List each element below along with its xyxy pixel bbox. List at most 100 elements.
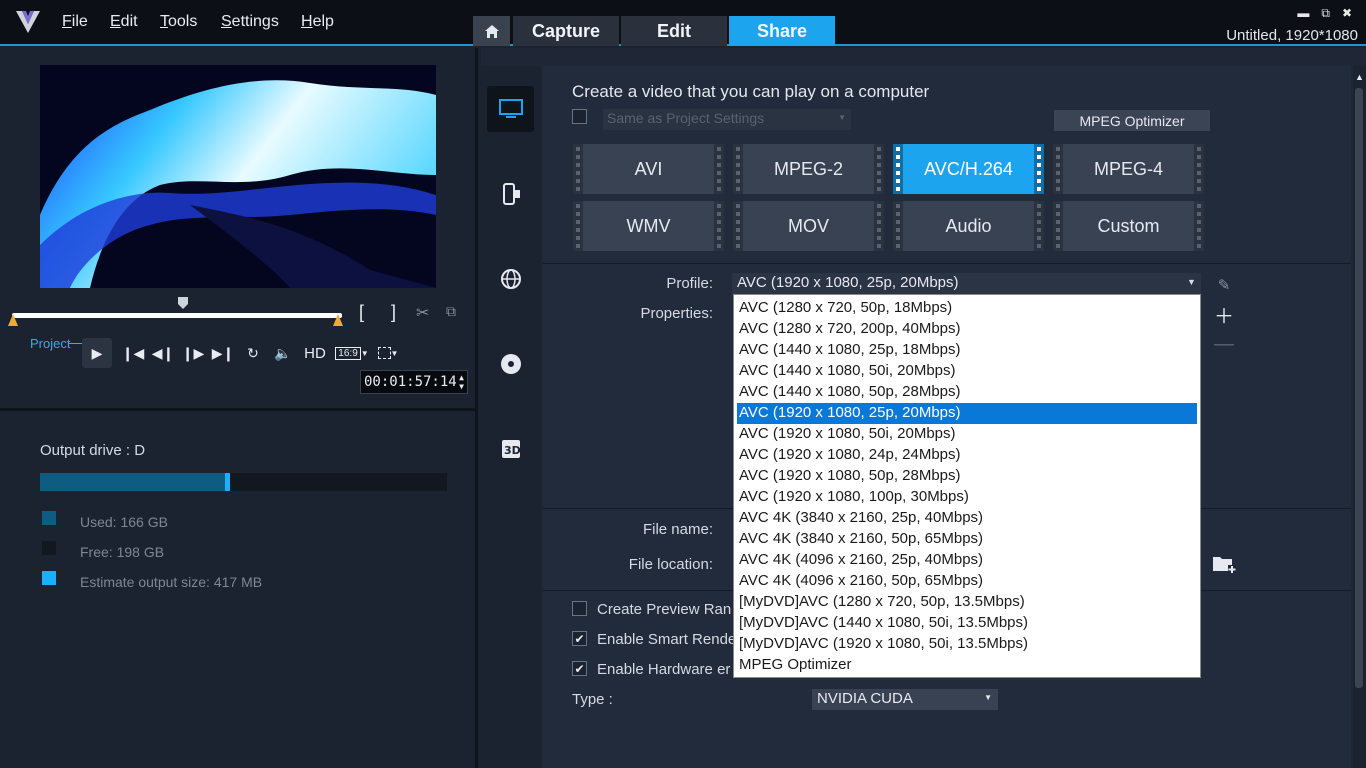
end-button[interactable]: ▶❙	[208, 338, 238, 368]
format-mpeg2-button[interactable]: MPEG-2	[733, 144, 884, 194]
profile-option[interactable]: AVC (1920 x 1080, 50i, 20Mbps)	[737, 424, 1197, 445]
tab-share[interactable]: Share	[729, 16, 835, 46]
play-icon: ▶	[91, 344, 103, 361]
project-info: Untitled, 1920*1080	[1226, 27, 1358, 44]
drive-used-fill	[40, 473, 226, 491]
menu-settings[interactable]: Settings	[221, 13, 279, 31]
profile-option[interactable]: AVC (1280 x 720, 50p, 18Mbps)	[737, 298, 1197, 319]
web-category-button[interactable]	[487, 256, 534, 302]
drive-estimate-fill	[225, 473, 230, 491]
mark-in-button[interactable]: [	[359, 302, 364, 323]
profile-option[interactable]: AVC 4K (3840 x 2160, 25p, 40Mbps)	[737, 508, 1197, 529]
format-mov-button[interactable]: MOV	[733, 201, 884, 251]
play-button[interactable]: ▶	[82, 338, 112, 368]
tab-home[interactable]	[473, 16, 510, 46]
profile-option[interactable]: AVC (1280 x 720, 200p, 40Mbps)	[737, 319, 1197, 340]
app-window: File Edit Tools Settings Help Capture Ed…	[0, 0, 1366, 768]
profile-option[interactable]: AVC 4K (4096 x 2160, 50p, 65Mbps)	[737, 571, 1197, 592]
format-audio-button[interactable]: Audio	[893, 201, 1044, 251]
disc-category-button[interactable]	[487, 341, 534, 387]
trim-out-marker[interactable]	[333, 314, 343, 326]
pencil-icon[interactable]: ✎	[1214, 275, 1234, 295]
same-as-project-checkbox[interactable]	[572, 109, 587, 124]
tab-edit[interactable]: Edit	[621, 16, 727, 46]
prev-frame-button[interactable]: ◀❙	[148, 338, 178, 368]
repeat-button[interactable]: ↻	[238, 338, 268, 368]
profile-option[interactable]: [MyDVD]AVC (1920 x 1080, 50i, 13.5Mbps)	[737, 634, 1197, 655]
hardware-encoder-label: Enable Hardware er	[597, 661, 731, 678]
aspect-ratio-button[interactable]: 16:9 ▼	[332, 338, 372, 368]
format-custom-button[interactable]: Custom	[1053, 201, 1204, 251]
menu-tools[interactable]: Tools	[160, 13, 197, 31]
menu-help[interactable]: Help	[301, 13, 334, 31]
minus-icon[interactable]: —	[1214, 333, 1234, 355]
folder-add-icon[interactable]	[1212, 553, 1236, 575]
profile-option[interactable]: AVC (1920 x 1080, 25p, 20Mbps)	[737, 403, 1197, 424]
timecode-value: 00:01:57:14	[364, 374, 457, 390]
scroll-up-icon[interactable]: ▲	[1355, 72, 1364, 82]
format-avc-button[interactable]: AVC/H.264	[893, 144, 1044, 194]
profile-option[interactable]: AVC 4K (3840 x 2160, 50p, 65Mbps)	[737, 529, 1197, 550]
volume-button[interactable]: 🔈	[268, 338, 298, 368]
close-icon[interactable]: ✖	[1342, 6, 1352, 21]
window-controls: ▬ ⧉ ✖	[1297, 6, 1352, 21]
project-mode-line	[68, 343, 82, 344]
timecode-spinner-icon[interactable]: ▲ ▼	[459, 373, 467, 391]
legend-used-swatch	[42, 511, 56, 525]
mark-out-button[interactable]: ]	[391, 302, 396, 323]
profile-option[interactable]: AVC (1440 x 1080, 25p, 18Mbps)	[737, 340, 1197, 361]
chevron-down-icon[interactable]: ▼	[1187, 277, 1196, 287]
format-avi-button[interactable]: AVI	[573, 144, 724, 194]
profile-option[interactable]: AVC (1920 x 1080, 100p, 30Mbps)	[737, 487, 1197, 508]
profile-option[interactable]: AVC 4K (4096 x 2160, 25p, 40Mbps)	[737, 550, 1197, 571]
menu-file[interactable]: File	[62, 13, 88, 31]
profile-option[interactable]: AVC (1440 x 1080, 50i, 20Mbps)	[737, 361, 1197, 382]
profile-option[interactable]: [MyDVD]AVC (1440 x 1080, 50i, 13.5Mbps)	[737, 613, 1197, 634]
crop-button[interactable]: ▼	[372, 338, 404, 368]
scissors-icon[interactable]: ✂	[416, 303, 429, 323]
profile-option[interactable]: AVC (1920 x 1080, 24p, 24Mbps)	[737, 445, 1197, 466]
scrubber-handle[interactable]	[177, 296, 189, 310]
legend-used-label: Used: 166 GB	[80, 514, 168, 530]
3d-category-button[interactable]: 3D	[487, 426, 534, 472]
timecode-display[interactable]: 00:01:57:14 ▲ ▼	[360, 370, 468, 394]
hardware-encoder-checkbox[interactable]: ✔	[572, 661, 587, 676]
hd-label: HD	[304, 344, 326, 362]
next-frame-button[interactable]: ❙▶	[178, 338, 208, 368]
computer-category-button[interactable]	[487, 86, 534, 132]
copy-clip-icon[interactable]: ⧉	[446, 303, 456, 320]
create-preview-checkbox[interactable]	[572, 601, 587, 616]
format-wmv-button[interactable]: WMV	[573, 201, 724, 251]
output-drive-label: Output drive : D	[40, 442, 146, 459]
home-start-button[interactable]: ❙◀	[118, 338, 148, 368]
type-select[interactable]: NVIDIA CUDA ▼	[812, 689, 998, 710]
hd-button[interactable]: HD	[298, 338, 332, 368]
plus-icon[interactable]: ＋	[1214, 304, 1234, 328]
app-logo-icon	[16, 11, 40, 33]
profile-option[interactable]: [MyDVD]AVC (1280 x 720, 50p, 13.5Mbps)	[737, 592, 1197, 613]
minimize-icon[interactable]: ▬	[1297, 6, 1309, 21]
legend-estimate-label: Estimate output size: 417 MB	[80, 574, 263, 590]
file-name-label: File name:	[642, 521, 713, 538]
scrollbar-thumb[interactable]	[1355, 88, 1363, 688]
project-mode-label[interactable]: Project	[30, 336, 70, 351]
mpeg-optimizer-button[interactable]: MPEG Optimizer	[1054, 110, 1210, 131]
trim-in-marker[interactable]	[8, 314, 18, 326]
smart-render-checkbox[interactable]: ✔	[572, 631, 587, 646]
format-mpeg4-button[interactable]: MPEG-4	[1053, 144, 1204, 194]
device-category-button[interactable]	[487, 171, 534, 217]
menu-edit[interactable]: Edit	[110, 13, 138, 31]
profile-select[interactable]: AVC (1920 x 1080, 25p, 20Mbps)	[732, 273, 1201, 294]
properties-label: Properties:	[640, 305, 713, 322]
profile-option[interactable]: AVC (1440 x 1080, 50p, 28Mbps)	[737, 382, 1197, 403]
volume-icon: 🔈	[274, 344, 292, 361]
3d-icon: 3D	[501, 440, 520, 458]
profile-option[interactable]: MPEG Optimizer	[737, 655, 1197, 676]
restore-icon[interactable]: ⧉	[1321, 6, 1330, 21]
tab-capture[interactable]: Capture	[513, 16, 619, 46]
scrub-bar[interactable]	[12, 313, 342, 318]
section-divider	[543, 263, 1351, 264]
create-preview-label: Create Preview Ran	[597, 601, 732, 618]
profile-option[interactable]: AVC (1920 x 1080, 50p, 28Mbps)	[737, 466, 1197, 487]
home-icon	[484, 24, 499, 38]
